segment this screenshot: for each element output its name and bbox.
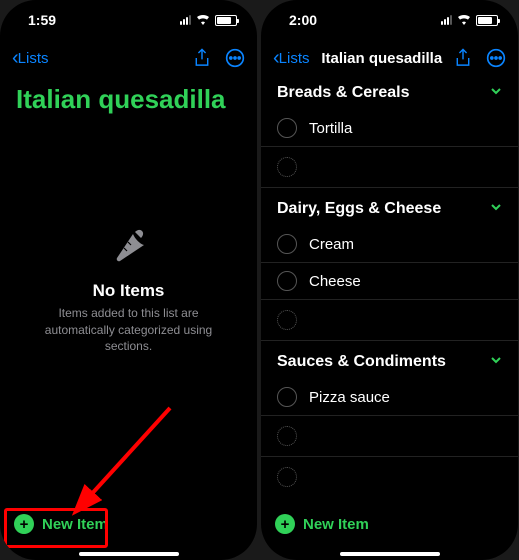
item-label: Tortilla	[309, 120, 352, 137]
checkbox-icon[interactable]	[277, 271, 297, 291]
list-item[interactable]: Tortilla	[261, 110, 518, 147]
list-item[interactable]: Cheese	[261, 263, 518, 300]
list-item[interactable]: Cream	[261, 226, 518, 263]
section-title: Breads & Cereals	[277, 84, 410, 102]
new-item-button[interactable]: New Item	[261, 504, 518, 544]
chevron-down-icon	[490, 84, 502, 102]
screen-empty-list: 1:59 ‹ Lists Italian quesadilla No	[0, 0, 257, 560]
new-item-button[interactable]: New Item	[0, 504, 257, 544]
add-item-placeholder[interactable]	[261, 300, 518, 341]
back-label: Lists	[18, 50, 49, 67]
status-time: 2:00	[289, 12, 317, 28]
dotted-circle-icon	[277, 467, 297, 487]
empty-title: No Items	[93, 281, 165, 301]
dotted-circle-icon	[277, 310, 297, 330]
back-button[interactable]: ‹ Lists	[12, 48, 49, 68]
wifi-icon	[456, 12, 472, 28]
status-bar: 2:00	[261, 0, 518, 40]
section-header-dairy[interactable]: Dairy, Eggs & Cheese	[261, 188, 518, 226]
carrot-icon	[109, 220, 149, 269]
plus-icon	[275, 514, 295, 534]
status-icons	[441, 12, 498, 28]
list-content: Breads & Cereals Tortilla Dairy, Eggs & …	[261, 76, 518, 560]
battery-icon	[476, 15, 498, 26]
back-button[interactable]: ‹ Lists	[273, 48, 310, 68]
new-item-label: New Item	[42, 516, 108, 533]
list-item[interactable]: Pizza sauce	[261, 379, 518, 416]
share-icon[interactable]	[454, 48, 472, 68]
cellular-icon	[441, 15, 452, 25]
add-item-placeholder[interactable]	[261, 457, 518, 497]
battery-icon	[215, 15, 237, 26]
chevron-down-icon	[490, 200, 502, 218]
item-label: Cream	[309, 236, 354, 253]
new-item-label: New Item	[303, 516, 369, 533]
status-icons	[180, 12, 237, 28]
home-indicator[interactable]	[79, 552, 179, 556]
item-label: Pizza sauce	[309, 389, 390, 406]
cellular-icon	[180, 15, 191, 25]
section-title: Dairy, Eggs & Cheese	[277, 200, 441, 218]
empty-state: No Items Items added to this list are au…	[0, 115, 257, 560]
navbar-title: Italian quesadilla	[310, 50, 454, 67]
checkbox-icon[interactable]	[277, 387, 297, 407]
plus-icon	[14, 514, 34, 534]
section-title: Sauces & Condiments	[277, 353, 446, 371]
wifi-icon	[195, 12, 211, 28]
checkbox-icon[interactable]	[277, 234, 297, 254]
empty-subtitle: Items added to this list are automatical…	[24, 305, 233, 355]
share-icon[interactable]	[193, 48, 211, 68]
section-header-sauces[interactable]: Sauces & Condiments	[261, 341, 518, 379]
item-label: Cheese	[309, 273, 361, 290]
navbar: ‹ Lists Italian quesadilla	[261, 40, 518, 76]
chevron-down-icon	[490, 353, 502, 371]
back-label: Lists	[279, 50, 310, 67]
screen-populated-list: 2:00 ‹ Lists Italian quesadilla Breads	[261, 0, 518, 560]
add-item-placeholder[interactable]	[261, 147, 518, 188]
page-title: Italian quesadilla	[0, 76, 257, 115]
add-item-placeholder[interactable]	[261, 416, 518, 457]
status-bar: 1:59	[0, 0, 257, 40]
status-time: 1:59	[28, 12, 56, 28]
section-header-breads[interactable]: Breads & Cereals	[261, 80, 518, 110]
more-icon[interactable]	[225, 48, 245, 68]
dotted-circle-icon	[277, 426, 297, 446]
home-indicator[interactable]	[340, 552, 440, 556]
dotted-circle-icon	[277, 157, 297, 177]
checkbox-icon[interactable]	[277, 118, 297, 138]
more-icon[interactable]	[486, 48, 506, 68]
navbar: ‹ Lists	[0, 40, 257, 76]
